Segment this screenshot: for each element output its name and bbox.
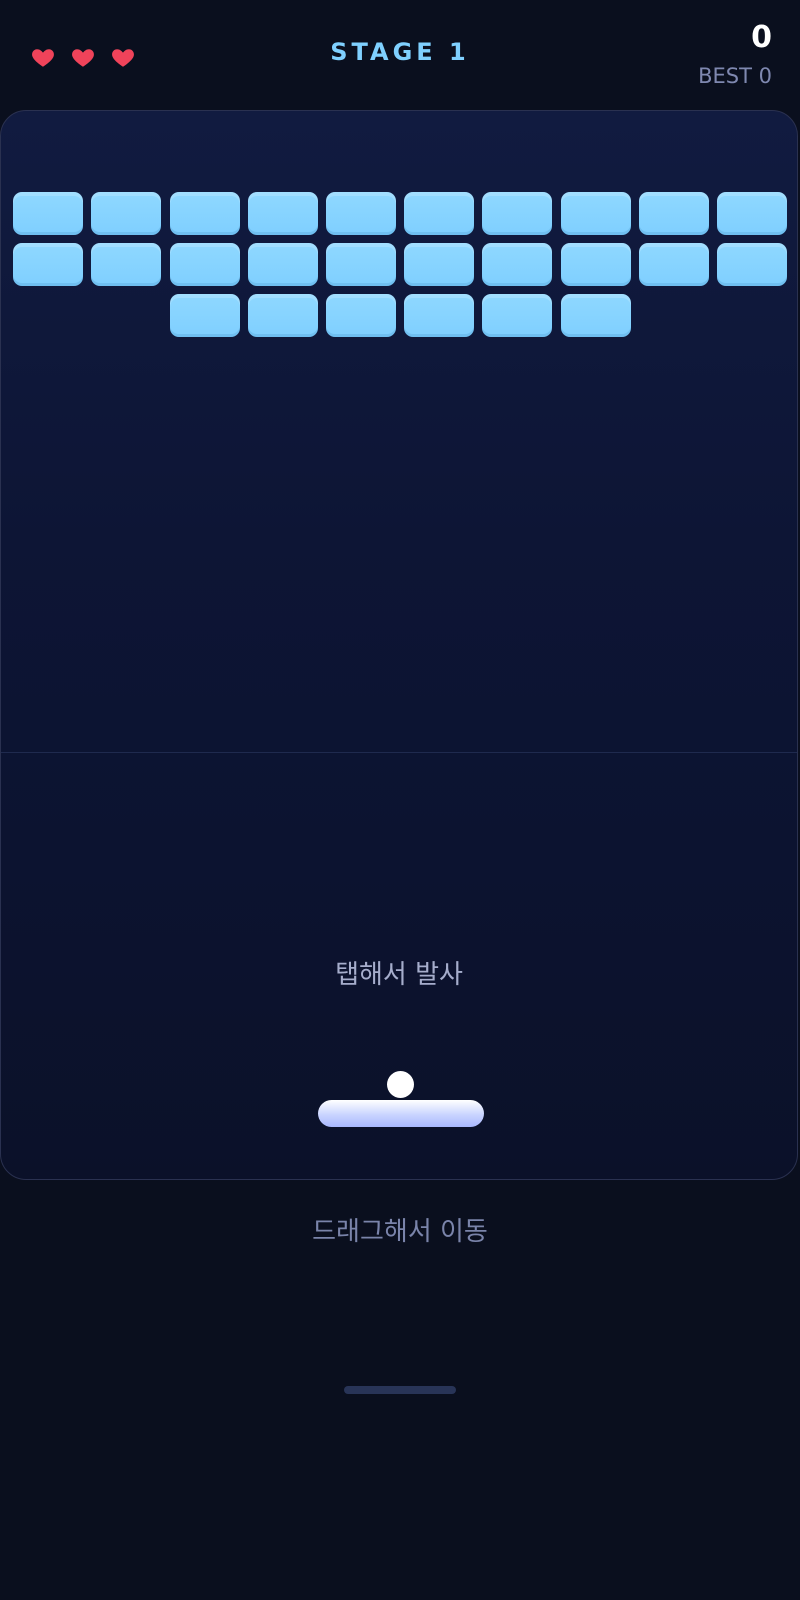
brick	[247, 243, 318, 286]
game-screen[interactable]: STAGE 1 0 BEST 0 탭해서 발사 드래그해서 이동	[0, 0, 800, 1600]
brick	[247, 192, 318, 235]
brick	[482, 294, 553, 337]
brick	[638, 243, 709, 286]
field-divider	[1, 752, 797, 753]
brick	[560, 192, 631, 235]
brick	[91, 243, 162, 286]
ball	[387, 1071, 414, 1098]
brick	[716, 192, 787, 235]
brick	[247, 294, 318, 337]
brick	[325, 192, 396, 235]
brick	[560, 243, 631, 286]
brick	[404, 294, 475, 337]
brick	[169, 192, 240, 235]
brick	[482, 243, 553, 286]
brick	[169, 243, 240, 286]
home-indicator[interactable]	[344, 1386, 456, 1394]
brick	[13, 243, 84, 286]
score-value: 0	[751, 20, 772, 55]
brick	[404, 243, 475, 286]
brick	[169, 294, 240, 337]
play-field[interactable]: 탭해서 발사	[0, 110, 798, 1180]
brick	[716, 243, 787, 286]
brick	[404, 192, 475, 235]
brick	[325, 243, 396, 286]
brick	[560, 294, 631, 337]
stage-label: STAGE 1	[330, 38, 470, 66]
brick	[13, 192, 84, 235]
brick	[482, 192, 553, 235]
launch-hint: 탭해서 발사	[335, 960, 463, 990]
brick	[91, 192, 162, 235]
paddle[interactable]	[318, 1100, 484, 1127]
brick	[325, 294, 396, 337]
drag-hint: 드래그해서 이동	[312, 1217, 488, 1247]
best-score: BEST 0	[698, 64, 772, 88]
brick	[638, 192, 709, 235]
hud: STAGE 1 0 BEST 0	[0, 0, 800, 108]
